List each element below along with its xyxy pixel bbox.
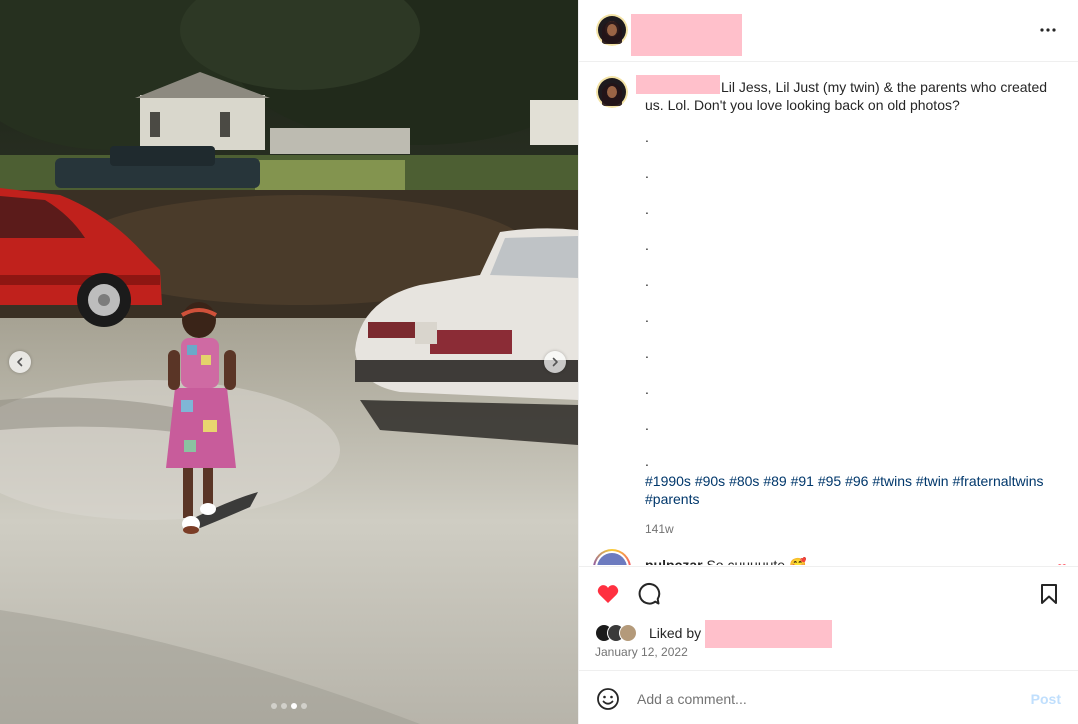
comment-icon xyxy=(638,582,661,605)
post-date[interactable]: January 12, 2022 xyxy=(595,645,688,659)
slide-dot xyxy=(281,703,287,709)
bookmark-icon xyxy=(1041,584,1057,604)
caption-bullet: . xyxy=(645,129,649,145)
caption-bullet: . xyxy=(645,309,649,325)
hashtag-link[interactable]: #90s xyxy=(695,473,725,489)
caption-bullet: . xyxy=(645,201,649,217)
hashtag-link[interactable]: #95 xyxy=(818,473,841,489)
hashtag-link[interactable]: #parents xyxy=(645,491,699,507)
hashtag-link[interactable]: #89 xyxy=(763,473,786,489)
hashtag-link[interactable]: #1990s xyxy=(645,473,691,489)
instagram-post: Lil Jess, Lil Just (my twin) & the paren… xyxy=(0,0,1078,724)
previous-slide-button[interactable] xyxy=(9,351,31,373)
hashtag-link[interactable]: #96 xyxy=(845,473,868,489)
comment-item: pulpczar So cuuuuute 🥰 xyxy=(593,549,1073,565)
caption-hashtags: #1990s #90s #80s #89 #91 #95 #96 #twins … xyxy=(645,472,1055,508)
caption-text: Lil Jess, Lil Just (my twin) & the paren… xyxy=(645,79,1048,113)
like-button[interactable] xyxy=(596,582,620,606)
liked-by-username-redacted[interactable] xyxy=(705,620,832,648)
emoji-icon xyxy=(597,688,619,710)
caption-avatar-image xyxy=(596,76,628,108)
liked-by-label: Liked by xyxy=(649,625,702,641)
caption-bullet: . xyxy=(645,165,649,181)
add-comment-bar: Post xyxy=(579,670,1078,724)
post-photo xyxy=(0,0,578,724)
hashtag-link[interactable]: #twins xyxy=(872,473,912,489)
emoji-button[interactable] xyxy=(596,687,620,711)
comment-username[interactable]: pulpczar xyxy=(645,557,703,565)
hashtag-link[interactable]: #twin xyxy=(916,473,949,489)
author-username-redacted[interactable] xyxy=(631,14,742,56)
author-avatar-image xyxy=(596,14,628,46)
commenter-avatar[interactable] xyxy=(593,549,631,565)
post-header xyxy=(579,0,1078,62)
next-slide-button[interactable] xyxy=(544,351,566,373)
comments-section[interactable]: Lil Jess, Lil Just (my twin) & the paren… xyxy=(579,62,1078,565)
comment-text: So cuuuuute 🥰 xyxy=(706,557,807,565)
caption-time-ago[interactable]: 141w xyxy=(645,520,1055,538)
caption-bullet: . xyxy=(645,273,649,289)
comment-like-icon[interactable] xyxy=(1057,563,1067,565)
comment-input[interactable] xyxy=(635,685,1009,713)
save-button[interactable] xyxy=(1037,582,1061,606)
heart-filled-icon xyxy=(597,585,619,603)
slide-indicator xyxy=(0,703,578,709)
hashtag-link[interactable]: #fraternaltwins xyxy=(952,473,1043,489)
chevron-right-icon xyxy=(552,357,558,367)
caption-bullet: . xyxy=(645,237,649,253)
slide-dot xyxy=(301,703,307,709)
caption-bullet: . xyxy=(645,381,649,397)
caption-author-avatar[interactable] xyxy=(596,76,628,108)
author-avatar[interactable] xyxy=(596,14,628,46)
slide-dot xyxy=(271,703,277,709)
more-horizontal-icon xyxy=(1040,28,1056,32)
post-media[interactable] xyxy=(0,0,578,724)
hashtag-link[interactable]: #91 xyxy=(791,473,814,489)
comment-button[interactable] xyxy=(637,582,661,606)
post-actions: Liked by January 12, 2022 xyxy=(579,566,1078,670)
caption-bullet: . xyxy=(645,417,649,433)
chevron-left-icon xyxy=(17,357,23,367)
caption-bullet: . xyxy=(645,345,649,361)
post-sidebar: Lil Jess, Lil Just (my twin) & the paren… xyxy=(578,0,1078,724)
liker-avatar[interactable] xyxy=(619,624,637,642)
post-comment-button[interactable]: Post xyxy=(1031,691,1061,707)
caption-bullets: .......... xyxy=(645,128,1055,470)
hashtag-link[interactable]: #80s xyxy=(729,473,759,489)
comment-text-row: pulpczar So cuuuuute 🥰 xyxy=(645,557,806,565)
more-options-button[interactable] xyxy=(1038,20,1058,40)
caption-bullet: . xyxy=(645,453,649,469)
post-caption: Lil Jess, Lil Just (my twin) & the paren… xyxy=(645,78,1055,538)
slide-dot xyxy=(291,703,297,709)
